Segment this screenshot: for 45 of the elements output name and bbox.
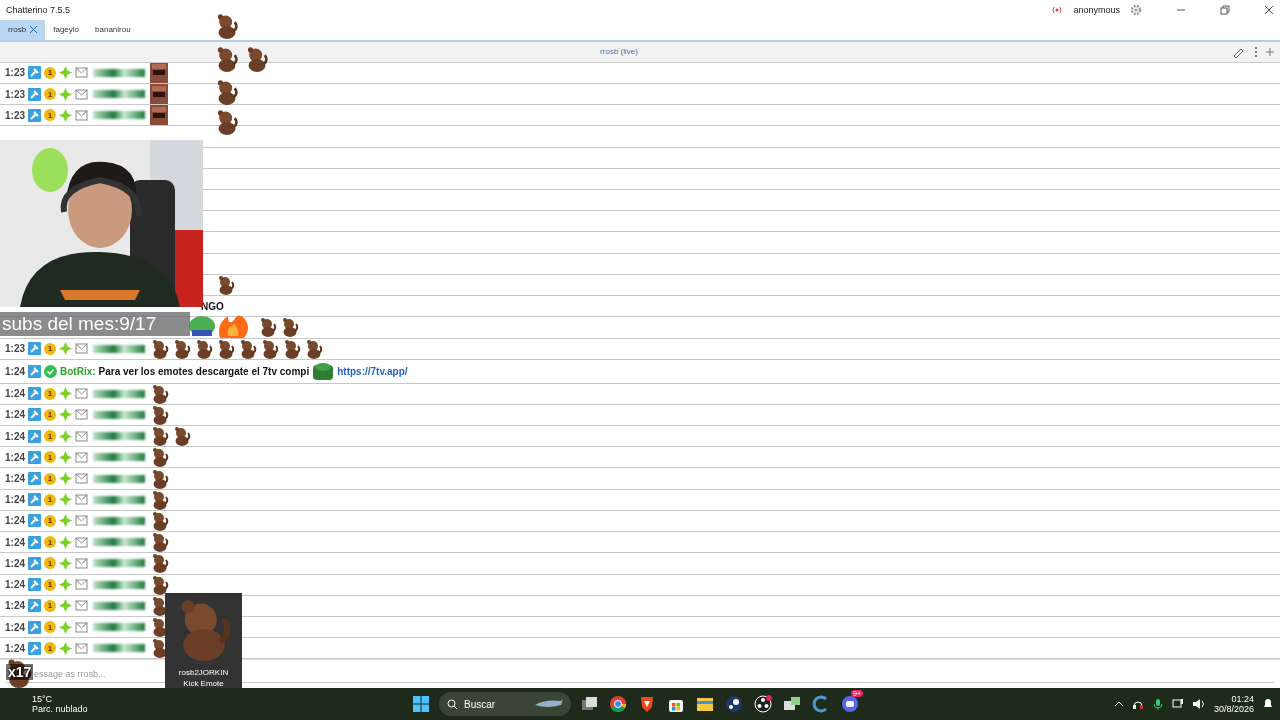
coin-badge: 1 bbox=[44, 642, 56, 655]
timestamp: 1:24 bbox=[5, 557, 25, 569]
timestamp: 1:24 bbox=[5, 621, 25, 633]
clock-time: 01:24 bbox=[1231, 694, 1254, 705]
coin-badge: 1 bbox=[44, 342, 56, 355]
coin-badge: 1 bbox=[44, 621, 56, 634]
coin-badge: 1 bbox=[44, 493, 56, 506]
timestamp: 1:24 bbox=[5, 515, 25, 527]
timestamp: 1:24 bbox=[5, 494, 25, 506]
timestamp: 1:23 bbox=[5, 109, 25, 121]
coin-badge: 1 bbox=[44, 88, 56, 100]
timestamp: 1:24 bbox=[5, 409, 25, 421]
coin-badge: 1 bbox=[44, 387, 56, 400]
timestamp: 1:24 bbox=[5, 579, 25, 591]
emote-name: rosb2JORKIN bbox=[178, 667, 229, 678]
split-title: rrosb (live) bbox=[599, 47, 639, 57]
window-title: Chatterino 7.5.5 bbox=[6, 4, 71, 15]
timestamp: 1:24 bbox=[5, 451, 25, 463]
timestamp: 1:24 bbox=[5, 536, 25, 548]
message-text: Para ver los emotes descargate el 7tv compi bbox=[98, 365, 310, 377]
timestamp: 1:23 bbox=[5, 343, 25, 355]
coin-badge: 1 bbox=[44, 451, 56, 464]
timestamp: 1:24 bbox=[5, 473, 25, 484]
coin-badge: 1 bbox=[44, 557, 56, 570]
timestamp: 1:24 bbox=[5, 365, 25, 377]
coin-badge: 1 bbox=[44, 109, 56, 122]
coin-badge: 1 bbox=[44, 514, 56, 527]
weather-temperature: 15°C bbox=[32, 694, 54, 705]
coin-badge: 1 bbox=[44, 578, 56, 591]
weather-condition: Parc. nublado bbox=[32, 704, 89, 715]
timestamp: 1:24 bbox=[5, 430, 25, 442]
coin-badge: 1 bbox=[44, 430, 56, 443]
timestamp: 1:23 bbox=[5, 88, 25, 100]
coin-badge: 1 bbox=[44, 472, 56, 485]
timestamp: 1:24 bbox=[5, 388, 25, 400]
clock-date: 30/8/2026 bbox=[1213, 704, 1254, 715]
coin-badge: 1 bbox=[44, 599, 56, 612]
coin-badge: 1 bbox=[44, 408, 56, 421]
timestamp: 1:24 bbox=[5, 642, 25, 654]
emote-count: x17 bbox=[6, 664, 34, 680]
coin-badge: 1 bbox=[44, 536, 56, 549]
coin-badge: 1 bbox=[44, 66, 56, 79]
subs-banner: subs del mes:9/17 bbox=[0, 312, 190, 336]
timestamp: 1:23 bbox=[5, 67, 25, 79]
timestamp: 1:24 bbox=[5, 600, 25, 612]
